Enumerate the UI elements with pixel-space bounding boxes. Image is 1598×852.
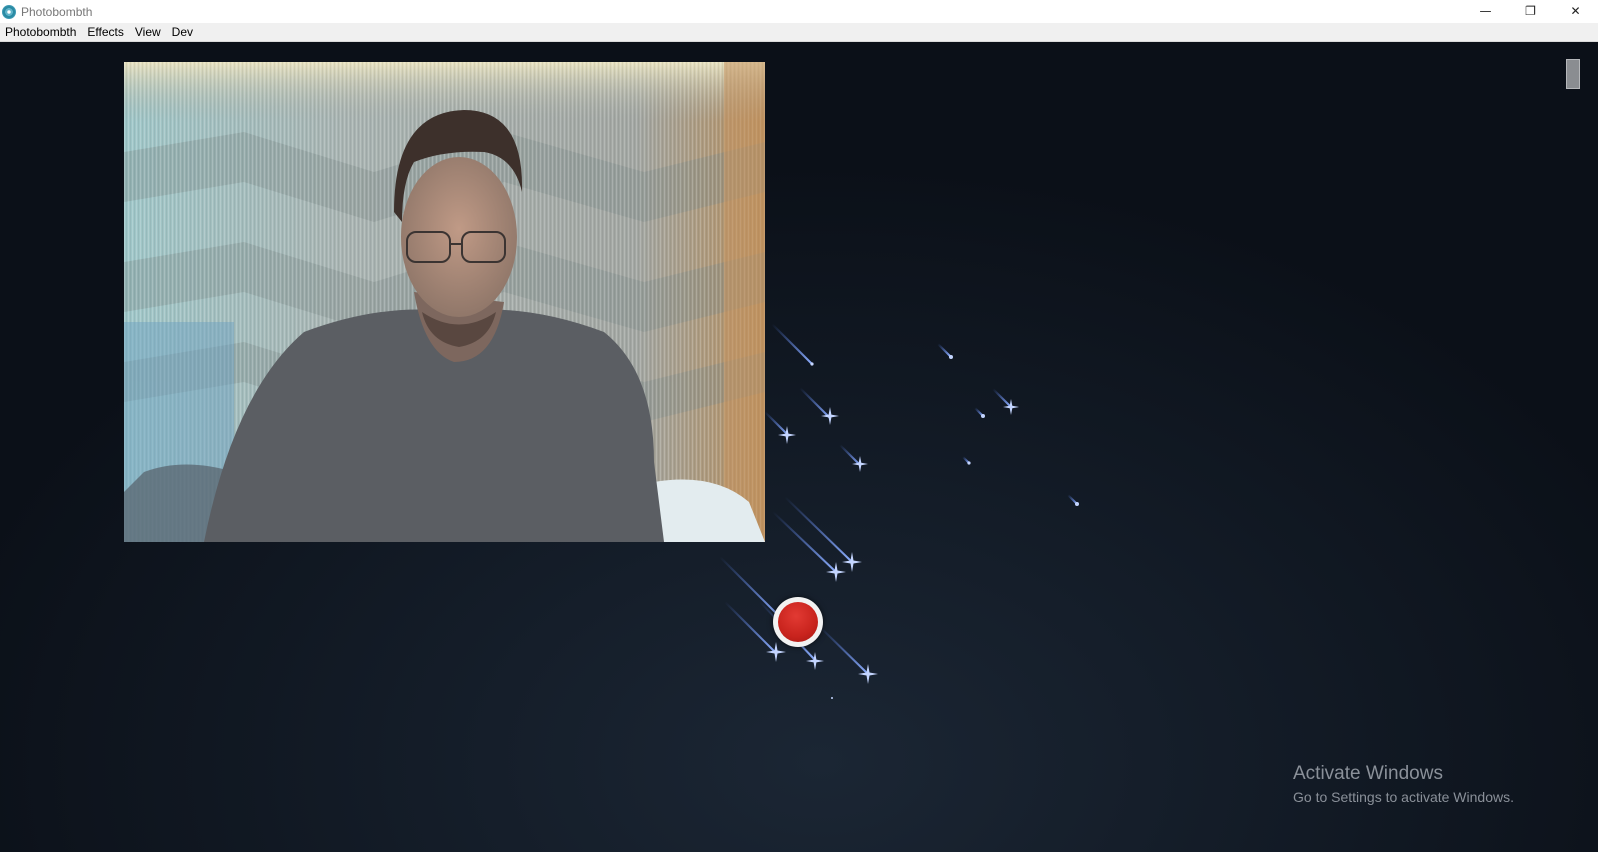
activate-windows-watermark: Activate Windows Go to Settings to activ…: [1293, 762, 1514, 807]
minimize-button[interactable]: —: [1463, 0, 1508, 22]
watermark-subtitle: Go to Settings to activate Windows.: [1293, 789, 1514, 805]
window-controls: — ❐ ✕: [1463, 0, 1598, 23]
menu-view[interactable]: View: [130, 23, 167, 42]
menu-bar: Photobombth Effects View Dev: [0, 23, 1598, 42]
menu-photobombth[interactable]: Photobombth: [0, 23, 82, 42]
record-button[interactable]: [773, 597, 823, 647]
menu-dev[interactable]: Dev: [167, 23, 199, 42]
title-bar: Photobombth — ❐ ✕: [0, 0, 1598, 23]
app-logo-icon: [2, 4, 16, 19]
watermark-title: Activate Windows: [1293, 763, 1443, 784]
sparkle-effect: [719, 323, 1079, 699]
record-icon: [778, 602, 818, 642]
close-button[interactable]: ✕: [1553, 0, 1598, 22]
menu-effects[interactable]: Effects: [82, 23, 129, 42]
window-title: Photobombth: [21, 4, 93, 19]
app-canvas: Activate Windows Go to Settings to activ…: [0, 42, 1598, 852]
restore-button[interactable]: ❐: [1508, 0, 1553, 22]
